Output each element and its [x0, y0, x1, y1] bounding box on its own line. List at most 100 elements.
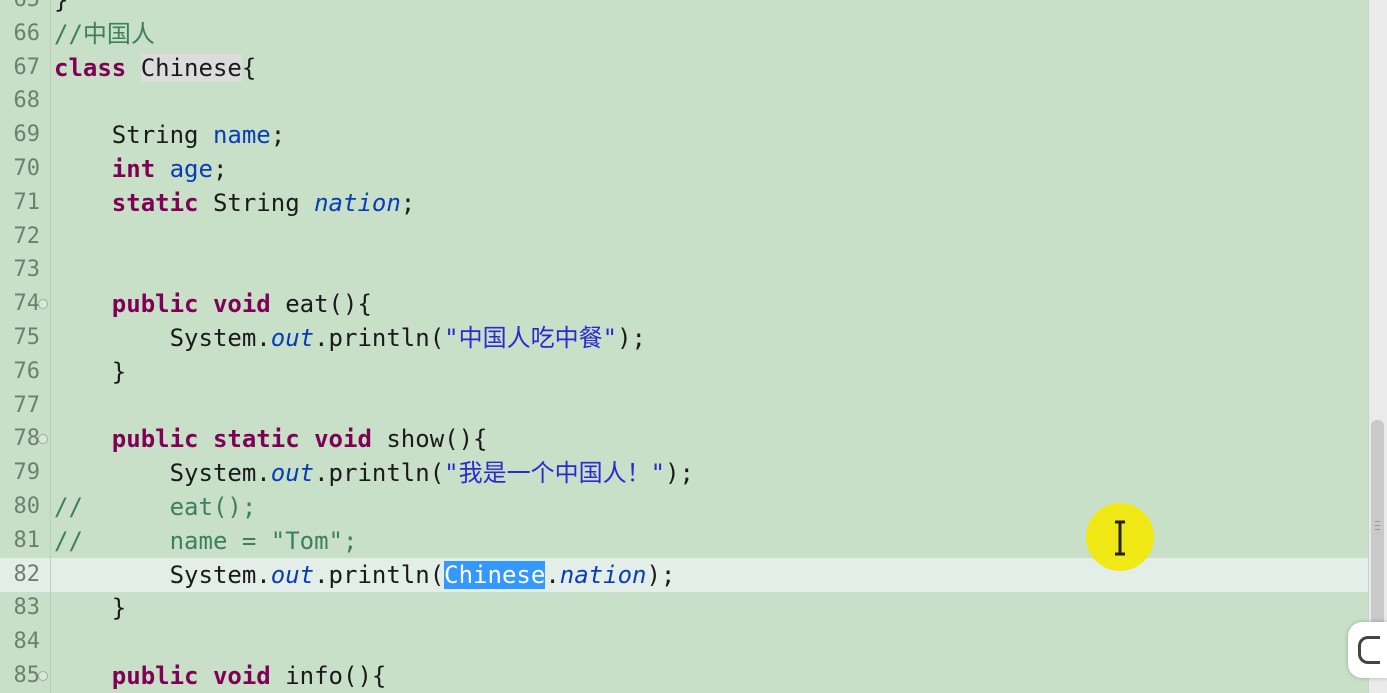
code-line[interactable]: 85 public void info(){: [0, 659, 1368, 693]
code-token: );: [665, 459, 694, 488]
line-number: 71: [13, 189, 41, 215]
code-line[interactable]: 78 public static void show(){: [0, 422, 1368, 456]
code-text[interactable]: System.out.println(Chinese.nation);: [54, 558, 675, 592]
code-text[interactable]: // name = "Tom";: [54, 524, 357, 558]
code-line[interactable]: 67 class Chinese{: [0, 51, 1368, 85]
code-token: out: [270, 560, 315, 589]
code-editor[interactable]: 65}66//中国人67class Chinese{6869 String na…: [0, 0, 1368, 693]
code-token: System.: [54, 459, 271, 488]
code-line[interactable]: 71 static String nation;: [0, 186, 1368, 220]
fold-collapse-icon[interactable]: [38, 299, 48, 310]
code-line[interactable]: 66 //中国人: [0, 17, 1368, 51]
code-text[interactable]: System.out.println("我是一个中国人！");: [54, 456, 694, 490]
code-text[interactable]: }: [54, 355, 126, 389]
code-token: nation: [559, 560, 647, 589]
code-token: public: [111, 290, 199, 319]
code-text[interactable]: static String nation;: [54, 186, 415, 220]
code-token: class: [54, 53, 127, 82]
floating-widget-button[interactable]: [1348, 622, 1387, 678]
code-text[interactable]: class Chinese{: [54, 51, 256, 85]
code-line[interactable]: 65}: [0, 0, 1368, 17]
line-number: 79: [13, 460, 41, 486]
line-number: 84: [13, 629, 41, 655]
code-line[interactable]: 80 // eat();: [0, 490, 1368, 524]
code-token: .println(: [314, 324, 445, 352]
code-line[interactable]: 69 String name;: [0, 118, 1368, 152]
code-token: );: [646, 560, 676, 589]
line-number: 75: [13, 325, 41, 350]
code-token: .println(: [314, 459, 445, 488]
line-number: 80: [13, 494, 41, 519]
line-number: 78: [13, 426, 41, 452]
code-token: Chinese: [444, 560, 546, 589]
code-token: public: [111, 662, 199, 690]
code-token: out: [270, 324, 315, 352]
code-text[interactable]: }: [54, 591, 126, 625]
code-text[interactable]: //中国人: [54, 17, 155, 51]
line-number: 68: [13, 88, 41, 114]
code-line[interactable]: 73: [0, 253, 1368, 287]
line-number: 69: [13, 122, 41, 148]
line-number: 70: [13, 156, 41, 181]
fold-collapse-icon[interactable]: [38, 671, 48, 681]
code-token: }: [54, 357, 127, 386]
code-line[interactable]: 70 int age;: [0, 152, 1368, 186]
gutter-divider: [50, 0, 51, 693]
code-line[interactable]: 77: [0, 389, 1368, 423]
code-token: // name = "Tom";: [54, 526, 358, 555]
code-line[interactable]: 79 System.out.println("我是一个中国人！");: [0, 456, 1368, 490]
code-token: // eat();: [54, 493, 257, 521]
code-token: void: [314, 425, 372, 454]
scrollbar-grip-icon: — — —: [1374, 517, 1381, 535]
code-token: }: [54, 0, 69, 14]
code-line[interactable]: 75 System.out.println("中国人吃中餐");: [0, 321, 1368, 355]
code-line[interactable]: 72: [0, 220, 1368, 254]
code-token: nation: [314, 188, 401, 217]
line-number: 85: [13, 663, 41, 688]
line-number: 67: [13, 54, 41, 80]
code-token: out: [270, 459, 315, 488]
code-line[interactable]: 68: [0, 84, 1368, 118]
code-line[interactable]: 81 // name = "Tom";: [0, 524, 1368, 558]
code-text[interactable]: public void info(){: [54, 659, 387, 693]
code-token: "中国人吃中餐": [444, 324, 618, 352]
ibeam-cursor-icon: [1115, 520, 1125, 556]
code-text[interactable]: System.out.println("中国人吃中餐");: [54, 321, 646, 355]
code-token: String: [54, 121, 213, 150]
vertical-scrollbar[interactable]: — — —: [1368, 0, 1387, 693]
code-token: public: [111, 425, 199, 454]
code-line[interactable]: 83 }: [0, 591, 1368, 625]
code-token: static: [212, 425, 300, 454]
code-text[interactable]: public static void show(){: [54, 422, 488, 456]
line-number: 83: [13, 595, 41, 621]
line-number: 81: [13, 527, 41, 553]
code-text[interactable]: }: [54, 0, 68, 17]
code-line[interactable]: 84: [0, 625, 1368, 659]
code-token: Chinese: [140, 53, 242, 82]
code-text[interactable]: // eat();: [54, 490, 256, 524]
code-token: name: [212, 121, 271, 150]
code-line[interactable]: 82 System.out.println(Chinese.nation);: [0, 557, 1368, 592]
fold-collapse-icon[interactable]: [38, 434, 48, 445]
code-token: static: [111, 188, 199, 217]
line-number: 73: [13, 257, 41, 283]
code-text[interactable]: int age;: [54, 152, 228, 186]
code-token: info(){: [270, 662, 387, 690]
code-token: void: [212, 662, 271, 690]
code-token: }: [54, 594, 127, 623]
code-text[interactable]: public void eat(){: [54, 287, 372, 321]
line-number: 72: [13, 223, 41, 249]
code-line[interactable]: 74 public void eat(){: [0, 287, 1368, 321]
line-number: 82: [13, 561, 41, 587]
code-text[interactable]: String name;: [54, 118, 285, 152]
code-line[interactable]: 76 }: [0, 355, 1368, 389]
code-token: //中国人: [54, 19, 155, 48]
line-number: 65: [2, 0, 41, 17]
code-token: void: [212, 290, 271, 319]
